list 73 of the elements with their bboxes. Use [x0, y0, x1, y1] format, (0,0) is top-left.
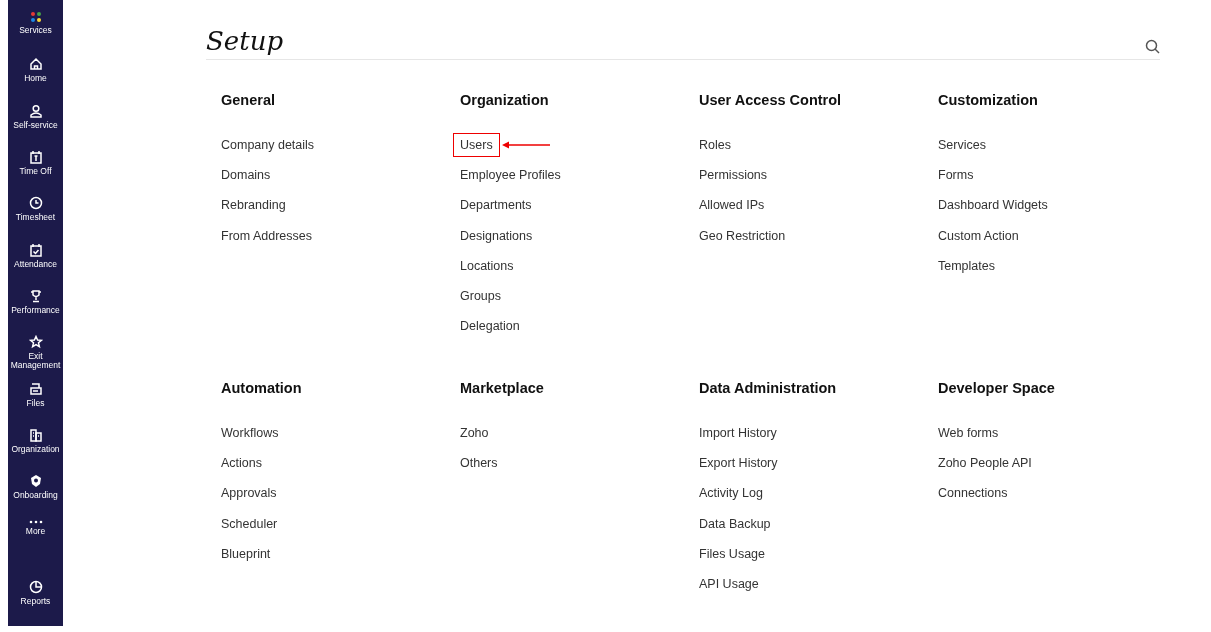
setup-link[interactable]: Custom Action: [938, 228, 1019, 243]
section-heading: Marketplace: [460, 380, 545, 396]
sidebar-item[interactable]: Exit Management: [8, 335, 63, 382]
section-heading: Organization: [460, 92, 550, 108]
section-heading: Automation: [221, 380, 303, 396]
star-icon: [28, 335, 43, 350]
setup-link[interactable]: Dashboard Widgets: [938, 198, 1048, 213]
clock-icon: [28, 196, 43, 211]
setup-link[interactable]: API Usage: [699, 577, 759, 592]
setup-link[interactable]: Zoho: [460, 426, 489, 441]
setup-link[interactable]: Domains: [221, 168, 271, 183]
folder-icon: [28, 381, 43, 396]
setup-link[interactable]: Allowed IPs: [699, 198, 765, 213]
setup-link[interactable]: Roles: [699, 138, 731, 153]
setup-link[interactable]: Departments: [460, 198, 532, 213]
setup-link[interactable]: Import History: [699, 426, 777, 441]
sidebar-item[interactable]: Performance: [8, 288, 63, 336]
sidebar-item[interactable]: Home: [8, 57, 63, 104]
building-icon: [28, 427, 43, 442]
sidebar-item[interactable]: Files: [8, 381, 63, 428]
calendar-check-icon: [28, 242, 43, 257]
section-heading: User Access Control: [699, 92, 843, 108]
more-icon: [28, 520, 43, 525]
setup-link[interactable]: Designations: [460, 228, 533, 243]
setup-link[interactable]: Activity Log: [699, 486, 763, 501]
setup-link[interactable]: Export History: [699, 456, 778, 471]
setup-link[interactable]: Rebranding: [221, 198, 286, 213]
setup-link[interactable]: Files Usage: [699, 546, 765, 561]
page-title: Setup: [206, 26, 284, 56]
arrow-icon: [501, 141, 550, 150]
sidebar-item[interactable]: Services: [8, 11, 63, 58]
search-icon[interactable]: [1145, 39, 1160, 54]
setup-link[interactable]: Employee Profiles: [460, 168, 561, 183]
apps-icon: [29, 11, 42, 23]
setup-link[interactable]: Scheduler: [221, 516, 278, 531]
section-heading: Customization: [938, 92, 1039, 108]
sidebar-item[interactable]: Self-service: [8, 103, 63, 150]
trophy-icon: [28, 288, 43, 303]
sidebar-item[interactable]: Onboarding: [8, 474, 63, 521]
section-heading: Developer Space: [938, 380, 1056, 396]
setup-link[interactable]: Locations: [460, 258, 514, 273]
section-heading: General: [221, 92, 276, 108]
home-icon: [28, 57, 43, 72]
setup-link[interactable]: Delegation: [460, 319, 520, 334]
setup-link[interactable]: Others: [460, 456, 498, 471]
setup-link[interactable]: Permissions: [699, 168, 768, 183]
setup-link[interactable]: Company details: [221, 138, 315, 153]
badge-icon: [28, 474, 43, 489]
setup-link[interactable]: Approvals: [221, 486, 277, 501]
sidebar-item[interactable]: Organization: [8, 427, 63, 475]
setup-link[interactable]: Zoho People API: [938, 456, 1032, 471]
setup-link[interactable]: Geo Restriction: [699, 228, 786, 243]
setup-link[interactable]: Connections: [938, 486, 1008, 501]
setup-link[interactable]: Groups: [460, 289, 501, 304]
setup-link[interactable]: Users: [453, 133, 500, 158]
setup-link[interactable]: Forms: [938, 168, 974, 183]
section-heading: Data Administration: [699, 380, 838, 396]
setup-link[interactable]: Actions: [221, 456, 262, 471]
person-icon: [28, 103, 43, 118]
sidebar-item[interactable]: Reports: [8, 579, 63, 627]
setup-link[interactable]: From Addresses: [221, 228, 312, 243]
pie-chart-icon: [28, 579, 43, 594]
setup-link[interactable]: Services: [938, 138, 986, 153]
setup-link[interactable]: Web forms: [938, 426, 999, 441]
calendar-icon: [28, 149, 43, 164]
setup-link[interactable]: Templates: [938, 258, 995, 273]
sidebar-item[interactable]: More: [8, 520, 63, 567]
setup-link[interactable]: Workflows: [221, 426, 279, 441]
sidebar-item[interactable]: Time Off: [8, 149, 63, 197]
setup-link[interactable]: Data Backup: [699, 516, 771, 531]
sidebar-item[interactable]: Attendance: [8, 242, 63, 289]
setup-link[interactable]: Blueprint: [221, 546, 271, 561]
sidebar-item[interactable]: Timesheet: [8, 196, 63, 243]
